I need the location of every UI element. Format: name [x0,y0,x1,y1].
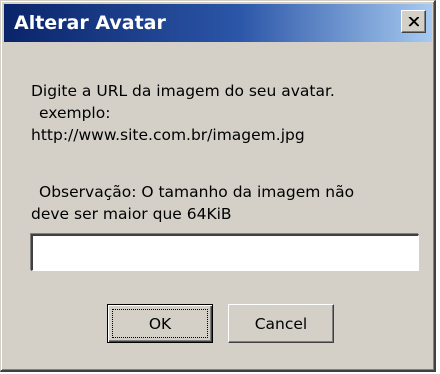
ok-button-label: OK [148,314,172,333]
example-url-text: http://www.site.com.br/imagem.jpg [31,126,305,144]
close-x-icon [408,12,420,31]
note-text-line2: deve ser maior que 64KiB [31,205,232,223]
title-bar[interactable]: Alterar Avatar [4,4,432,42]
note-text-line1: Observação: O tamanho da imagem não [39,183,355,201]
cancel-button[interactable]: Cancel [228,304,334,343]
avatar-url-input[interactable] [31,234,419,271]
example-label: exemplo: [39,104,111,122]
alterar-avatar-dialog: Alterar Avatar Digite a URL da imagem do… [0,0,436,372]
close-button[interactable] [401,10,426,33]
ok-button[interactable]: OK [107,304,213,343]
instruction-text: Digite a URL da imagem do seu avatar. [31,82,335,100]
cancel-button-label: Cancel [254,314,308,333]
window-title: Alterar Avatar [14,12,166,34]
